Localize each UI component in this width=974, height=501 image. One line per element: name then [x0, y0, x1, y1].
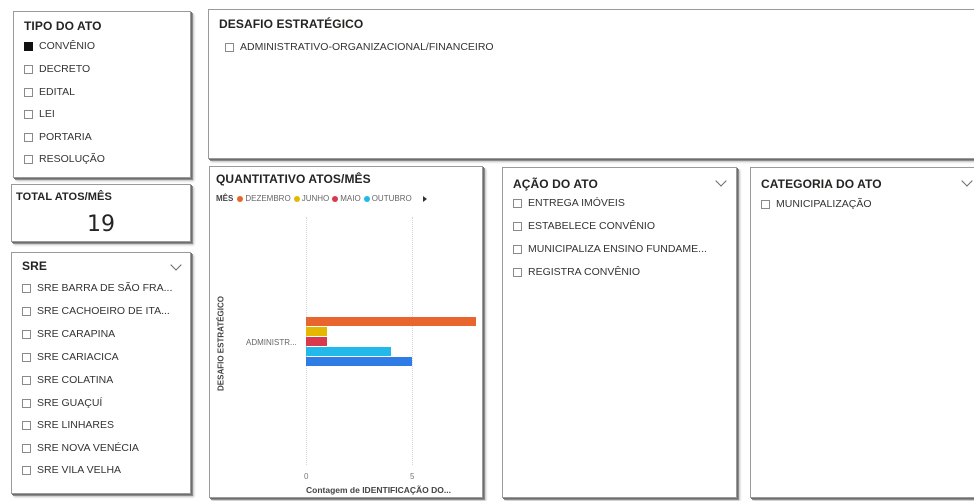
categoria-do-ato-title: CATEGORIA DO ATO — [761, 177, 882, 191]
sre-title: SRE — [22, 259, 47, 273]
category-label: ADMINISTR... — [246, 338, 297, 347]
checkbox-icon[interactable] — [22, 375, 31, 385]
bar-maio[interactable] — [306, 337, 328, 346]
checkbox-icon[interactable] — [22, 443, 31, 453]
slicer-item-label: SRE GUAÇUÍ — [37, 397, 103, 409]
desafio-estrategico-slicer: DESAFIO ESTRATÉGICO ADMINISTRATIVO-ORGAN… — [208, 9, 974, 159]
slicer-item-acao[interactable]: MUNICIPALIZA ENSINO FUNDAME... — [513, 241, 707, 257]
slicer-item-label: SRE CARAPINA — [37, 328, 116, 340]
slicer-item-sre[interactable]: SRE GUAÇUÍ — [22, 395, 102, 411]
slicer-item-label: CONVÊNIO — [39, 40, 96, 52]
total-atos-value: 19 — [87, 212, 115, 237]
slicer-item-label: SRE COLATINA — [37, 374, 114, 386]
slicer-item-acao[interactable]: ENTREGA IMÓVEIS — [513, 195, 625, 211]
chevron-down-icon[interactable] — [961, 175, 973, 187]
checkbox-icon[interactable] — [513, 198, 522, 208]
bar-junho[interactable] — [306, 327, 328, 336]
slicer-item-label: SRE VILA VELHA — [37, 464, 122, 476]
checkbox-icon[interactable] — [513, 221, 522, 231]
slicer-item-label: PORTARIA — [39, 131, 92, 143]
slicer-item-sre[interactable]: SRE LINHARES — [22, 417, 114, 433]
x-tick-5: 5 — [410, 472, 415, 481]
sre-slicer: SRE SRE BARRA DE SÃO FRA... SRE CACHOEIR… — [11, 252, 191, 494]
checkbox-icon[interactable] — [225, 42, 234, 52]
quantitativo-chart: QUANTITATIVO ATOS/MÊS MÊS DEZEMBRO JUNHO… — [209, 166, 483, 498]
checkbox-icon[interactable] — [22, 329, 31, 339]
checkbox-icon[interactable] — [22, 352, 31, 362]
x-axis-label: Contagem de IDENTIFICAÇÃO DO... — [306, 485, 451, 495]
slicer-item-municipalizacao[interactable]: MUNICIPALIZAÇÃO — [761, 196, 871, 212]
checkbox-icon[interactable] — [24, 154, 33, 164]
slicer-item-label: SRE BARRA DE SÃO FRA... — [37, 282, 173, 294]
slicer-item-label: EDITAL — [39, 86, 75, 98]
slicer-item-sre[interactable]: SRE BARRA DE SÃO FRA... — [22, 280, 172, 296]
acao-do-ato-title: AÇÃO DO ATO — [513, 177, 598, 191]
slicer-item-label: MUNICIPALIZA ENSINO FUNDAME... — [528, 243, 707, 255]
tipo-do-ato-slicer: TIPO DO ATO CONVÊNIO DECRETO EDITAL LEI … — [13, 11, 191, 178]
gridline-5 — [412, 217, 413, 465]
slicer-item-edital[interactable]: EDITAL — [24, 84, 75, 100]
chevron-down-icon[interactable] — [170, 259, 182, 271]
checkbox-icon[interactable] — [22, 398, 31, 408]
slicer-item-label: REGISTRA CONVÊNIO — [528, 266, 641, 278]
slicer-item-label: SRE CARIACICA — [37, 351, 119, 363]
slicer-item-sre[interactable]: SRE NOVA VENÉCIA — [22, 440, 139, 456]
slicer-item-label: ESTABELECE CONVÊNIO — [528, 220, 656, 232]
checkbox-icon[interactable] — [22, 306, 31, 316]
checkbox-icon[interactable] — [22, 283, 31, 293]
bar-series-5[interactable] — [306, 357, 412, 366]
bar-outubro[interactable] — [306, 347, 391, 356]
checkbox-icon[interactable] — [22, 420, 31, 430]
desafio-estrategico-title: DESAFIO ESTRATÉGICO — [219, 17, 364, 31]
slicer-item-label: SRE NOVA VENÉCIA — [37, 442, 139, 454]
slicer-item-label: SRE LINHARES — [37, 419, 115, 431]
checkbox-icon[interactable] — [24, 87, 33, 97]
bar-dezembro[interactable] — [306, 317, 476, 326]
checkbox-checked-icon[interactable] — [24, 41, 33, 51]
checkbox-icon[interactable] — [24, 64, 33, 74]
slicer-item-label: LEI — [39, 108, 55, 120]
slicer-item-label: RESOLUÇÃO — [39, 153, 105, 165]
acao-do-ato-slicer: AÇÃO DO ATO ENTREGA IMÓVEIS ESTABELECE C… — [502, 167, 737, 498]
checkbox-icon[interactable] — [24, 132, 33, 142]
slicer-item-sre[interactable]: SRE CARIACICA — [22, 349, 119, 365]
slicer-item-label: DECRETO — [39, 63, 91, 75]
slicer-item-sre[interactable]: SRE VILA VELHA — [22, 462, 121, 478]
slicer-item-sre[interactable]: SRE COLATINA — [22, 372, 113, 388]
tipo-do-ato-title: TIPO DO ATO — [24, 19, 102, 33]
slicer-item-convenio[interactable]: CONVÊNIO — [24, 38, 95, 54]
slicer-item-sre[interactable]: SRE CARAPINA — [22, 326, 115, 342]
slicer-item-label: ADMINISTRATIVO-ORGANIZACIONAL/FINANCEIRO — [240, 41, 494, 53]
slicer-item-acao[interactable]: REGISTRA CONVÊNIO — [513, 264, 640, 280]
total-atos-card: TOTAL ATOS/MÊS 19 — [11, 184, 191, 242]
checkbox-icon[interactable] — [513, 244, 522, 254]
slicer-item-lei[interactable]: LEI — [24, 106, 55, 122]
slicer-item-label: MUNICIPALIZAÇÃO — [776, 198, 872, 210]
total-atos-title: TOTAL ATOS/MÊS — [16, 191, 112, 203]
x-tick-0: 0 — [304, 472, 309, 481]
checkbox-icon[interactable] — [24, 109, 33, 119]
categoria-do-ato-slicer: CATEGORIA DO ATO MUNICIPALIZAÇÃO — [750, 167, 974, 498]
slicer-item-sre[interactable]: SRE CACHOEIRO DE ITA... — [22, 303, 170, 319]
y-axis-label: DESAFIO ESTRATÉGICO — [216, 296, 226, 391]
slicer-item-decreto[interactable]: DECRETO — [24, 61, 90, 77]
checkbox-icon[interactable] — [22, 465, 31, 475]
chevron-down-icon[interactable] — [715, 175, 727, 187]
slicer-item-label: SRE CACHOEIRO DE ITA... — [37, 305, 170, 317]
slicer-item-resolucao[interactable]: RESOLUÇÃO — [24, 151, 105, 167]
slicer-item-administrativo[interactable]: ADMINISTRATIVO-ORGANIZACIONAL/FINANCEIRO — [225, 39, 494, 55]
slicer-item-acao[interactable]: ESTABELECE CONVÊNIO — [513, 218, 655, 234]
slicer-item-label: ENTREGA IMÓVEIS — [528, 197, 625, 209]
slicer-item-portaria[interactable]: PORTARIA — [24, 129, 92, 145]
plot-area — [210, 167, 484, 499]
checkbox-icon[interactable] — [761, 199, 770, 209]
checkbox-icon[interactable] — [513, 267, 522, 277]
